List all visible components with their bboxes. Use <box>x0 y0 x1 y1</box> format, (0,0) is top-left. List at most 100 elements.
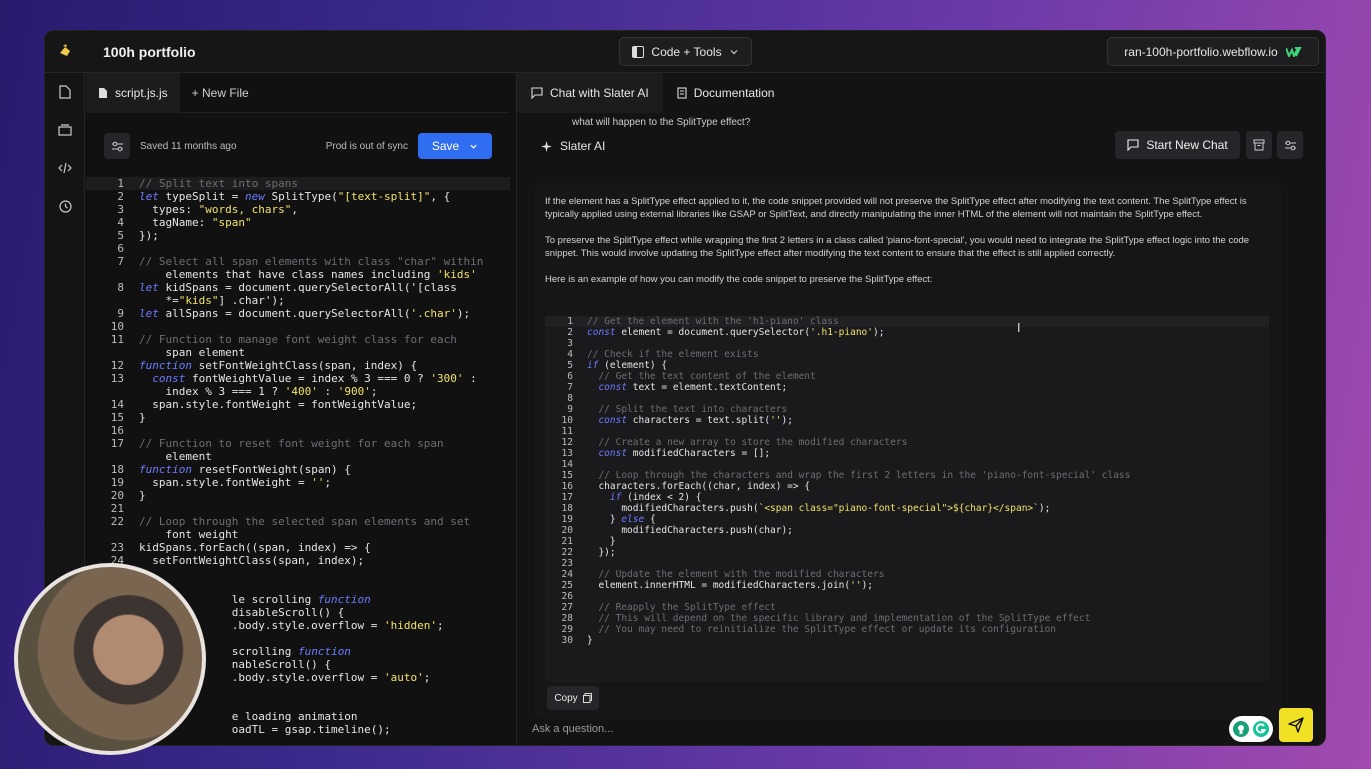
chevron-down-icon <box>470 144 477 149</box>
code-line: 18 modifiedCharacters.push(`<span class=… <box>545 503 1269 514</box>
code-line: 24 // Update the element with the modifi… <box>545 569 1269 580</box>
line-text: // Function to reset font weight for eac… <box>139 437 444 450</box>
code-line: 30} <box>545 635 1269 646</box>
copy-icon <box>582 693 592 703</box>
sync-status: Prod is out of sync <box>325 140 408 152</box>
line-number: 2 <box>567 327 573 338</box>
code-line: 7 const text = element.textContent; <box>545 382 1269 393</box>
file-icon <box>99 87 107 98</box>
rail-code[interactable] <box>45 149 85 187</box>
code-line: 19 span.style.fontWeight = ''; <box>86 476 510 489</box>
tab-script-js[interactable]: script.js.js <box>86 72 180 113</box>
line-number: 7 <box>117 255 124 268</box>
code-line: 14 span.style.fontWeight = fontWeightVal… <box>86 398 510 411</box>
line-number: 11 <box>110 333 124 346</box>
line-text: kidSpans.forEach((span, index) => { <box>139 541 371 554</box>
rail-layers[interactable] <box>45 111 85 149</box>
line-text: const characters = text.split(''); <box>598 415 793 426</box>
line-text: // Update the element with the modified … <box>598 569 885 580</box>
grammarly-icon <box>1253 721 1269 737</box>
line-text: }); <box>139 229 159 242</box>
code-line: 22 // Loop through the selected span elem… <box>86 515 510 528</box>
code-line: 23 kidSpans.forEach((span, index) => { <box>86 541 510 554</box>
line-text: } <box>587 536 616 547</box>
line-text: types: "words, chars", <box>139 203 298 216</box>
tab-chat[interactable]: Chat with Slater AI <box>517 73 663 113</box>
line-text: *="kids"] .char'); <box>139 294 285 307</box>
code-line: 20 modifiedCharacters.push(char); <box>545 525 1269 536</box>
line-text: setFontWeightClass(span, index); <box>139 554 365 567</box>
line-number: 14 <box>561 459 573 470</box>
copy-button[interactable]: Copy <box>547 686 599 710</box>
code-line: 15 // Loop through the characters and wr… <box>545 470 1269 481</box>
line-number: 13 <box>110 372 124 385</box>
code-line: 13 const fontWeightValue = index % 3 ===… <box>86 372 510 385</box>
line-number: 3 <box>567 338 573 349</box>
line-number: 12 <box>110 359 124 372</box>
copy-label: Copy <box>554 692 578 704</box>
rail-history[interactable] <box>45 187 85 225</box>
sliders-icon <box>111 141 123 151</box>
line-text: characters.forEach((char, index) => { <box>587 481 811 492</box>
line-text: const text = element.textContent; <box>598 382 788 393</box>
ask-question-input[interactable] <box>532 715 1132 743</box>
archive-button[interactable] <box>1246 131 1272 159</box>
code-line: 13 const modifiedCharacters = []; <box>545 448 1269 459</box>
line-number: 18 <box>561 503 573 514</box>
line-text: index % 3 === 1 ? '400' : '900'; <box>139 385 378 398</box>
settings-button[interactable] <box>104 133 130 159</box>
new-file-button[interactable]: + New File <box>180 73 261 113</box>
line-text: // Get the text content of the element <box>598 371 816 382</box>
line-text: // Loop through the selected span elemen… <box>139 515 471 528</box>
assistant-message: If the element has a SplitType effect ap… <box>535 183 1281 719</box>
layout-icon <box>632 45 645 58</box>
line-text: let kidSpans = document.querySelectorAll… <box>139 281 457 294</box>
line-number: 5 <box>567 360 573 371</box>
chat-settings-button[interactable] <box>1277 131 1303 159</box>
send-button[interactable] <box>1279 708 1313 742</box>
line-number: 21 <box>561 536 573 547</box>
new-file-label: + New File <box>191 85 249 100</box>
code-line: *="kids"] .char'); <box>86 294 510 307</box>
line-number: 23 <box>561 558 573 569</box>
logo-icon[interactable] <box>57 43 73 59</box>
code-line: 5 if (element) { <box>545 360 1269 371</box>
line-number: 1 <box>567 316 573 327</box>
save-label: Save <box>431 139 460 153</box>
document-icon <box>677 87 687 99</box>
line-text: element <box>139 450 212 463</box>
code-line: 12 function setFontWeightClass(span, inde… <box>86 359 510 372</box>
new-chat-label: Start New Chat <box>1146 138 1228 152</box>
code-line: 29 // You may need to reinitialize the S… <box>545 624 1269 635</box>
line-text: // Create a new array to store the modif… <box>598 437 908 448</box>
code-line: 21 } <box>545 536 1269 547</box>
save-button[interactable]: Save <box>418 133 492 159</box>
domain-button[interactable]: ran-100h-portfolio.webflow.io <box>1107 37 1319 66</box>
grammarly-widget[interactable] <box>1229 716 1273 742</box>
tab-documentation[interactable]: Documentation <box>663 73 789 113</box>
code-line: 11 <box>545 426 1269 437</box>
line-text: span.style.fontWeight = ''; <box>139 476 332 489</box>
code-line: span element <box>86 346 510 359</box>
line-text: span.style.fontWeight = fontWeightValue; <box>139 398 418 411</box>
chevron-down-icon <box>730 49 738 54</box>
line-number: 10 <box>561 415 573 426</box>
line-text: span element <box>139 346 245 359</box>
line-number: 16 <box>110 424 124 437</box>
code-line: 2 let typeSplit = new SplitType("[text-sp… <box>86 190 510 203</box>
code-line: 10 <box>86 320 510 333</box>
line-number: 18 <box>110 463 124 476</box>
saved-status: Saved 11 months ago <box>140 140 237 152</box>
line-text: // Split text into spans <box>139 177 298 190</box>
code-line: 28 // This will depend on the specific l… <box>545 613 1269 624</box>
code-snippet[interactable]: 1 // Get the element with the 'h1-piano' … <box>545 316 1269 682</box>
chat-pane: Chat with Slater AI Documentation what w… <box>516 73 1325 745</box>
answer-paragraph: Here is an example of how you can modify… <box>545 274 933 285</box>
line-text: // Split the text into characters <box>598 404 788 415</box>
line-text: tagName: "span" <box>139 216 252 229</box>
rail-files[interactable] <box>45 73 85 111</box>
mode-dropdown[interactable]: Code + Tools <box>619 37 752 66</box>
start-new-chat-button[interactable]: Start New Chat <box>1115 131 1240 159</box>
code-line: 10 const characters = text.split(''); <box>545 415 1269 426</box>
line-text: font weight <box>139 528 239 541</box>
